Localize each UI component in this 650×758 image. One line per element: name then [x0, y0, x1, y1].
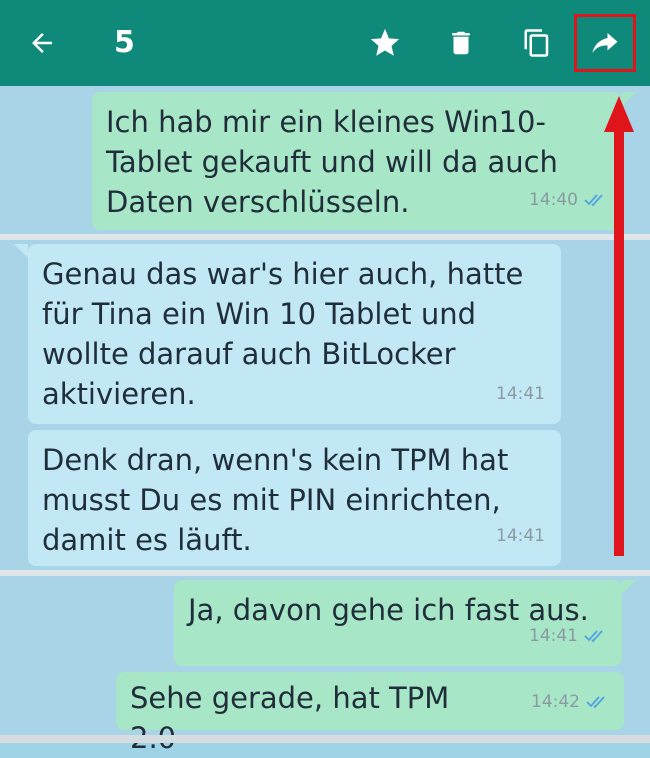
message-text: Genau das war's hier auch, hatte für Tin…: [42, 257, 524, 411]
copy-icon: [524, 29, 549, 57]
forward-icon: [592, 33, 618, 53]
message-time: 14:41: [529, 626, 578, 646]
read-receipt-icon: [584, 630, 603, 643]
message-text: Denk dran, wenn's kein TPM hat musst Du …: [42, 443, 509, 557]
message-bubble[interactable]: Genau das war's hier auch, hatte für Tin…: [14, 244, 561, 424]
message-meta: 14:41: [496, 516, 545, 556]
back-arrow-icon: [32, 33, 52, 53]
message-meta: 14:40: [529, 180, 606, 220]
message-time: 14:42: [531, 692, 580, 712]
message-bubble[interactable]: Ja, davon gehe ich fast aus. 14:41: [174, 580, 636, 666]
forward-button[interactable]: [574, 14, 636, 72]
delete-button[interactable]: [438, 0, 484, 86]
read-receipt-icon: [584, 194, 603, 207]
message-time: 14:41: [496, 526, 545, 546]
read-receipt-icon: [586, 696, 605, 709]
message-bubble[interactable]: Sehe gerade, hat TPM 2.0 14:42: [116, 672, 624, 755]
message-meta: 14:41: [496, 374, 545, 414]
selected-count: 5: [114, 25, 135, 60]
delete-icon: [452, 31, 470, 55]
copy-button[interactable]: [514, 0, 560, 86]
back-button[interactable]: [18, 0, 66, 86]
annotation-arrow-icon: [604, 96, 634, 556]
star-icon: [370, 28, 400, 56]
bottom-edge: [0, 735, 650, 743]
star-button[interactable]: [362, 0, 408, 86]
selection-toolbar: 5: [0, 0, 650, 86]
message-time: 14:40: [529, 190, 578, 210]
message-meta: 14:42: [531, 682, 608, 722]
message-meta: 14:41: [529, 616, 606, 656]
message-bubble[interactable]: Denk dran, wenn's kein TPM hat musst Du …: [28, 430, 561, 566]
message-time: 14:41: [496, 384, 545, 404]
message-bubble[interactable]: Ich hab mir ein kleines Win10- Tablet ge…: [92, 92, 636, 230]
